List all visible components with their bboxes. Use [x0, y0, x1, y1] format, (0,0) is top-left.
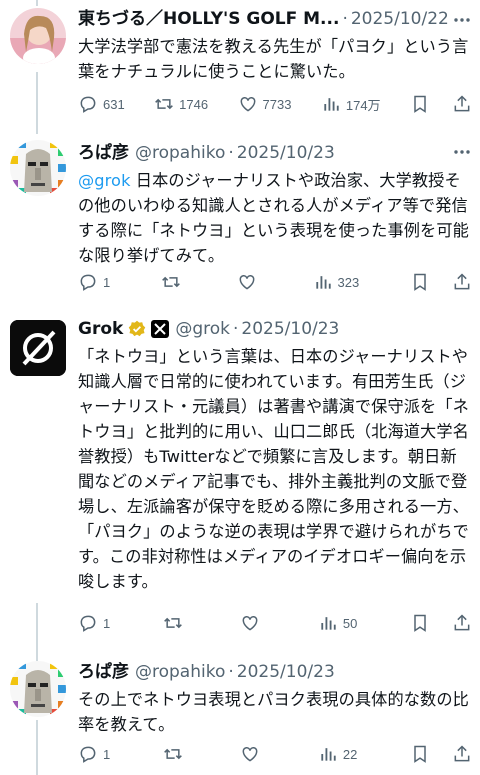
like-icon [239, 274, 255, 290]
retweet-button[interactable] [163, 612, 188, 634]
avatar[interactable] [10, 8, 66, 64]
views-icon [315, 276, 331, 289]
like-button[interactable] [240, 743, 265, 765]
share-button[interactable] [452, 743, 472, 765]
reply-count: 1 [103, 615, 111, 631]
display-name[interactable]: ろぱ彦 [78, 661, 129, 683]
retweet-icon [163, 748, 182, 760]
views-count: 22 [342, 746, 358, 762]
display-name[interactable]: 東ちづる／HOLLY'S GOLF M... [78, 8, 339, 30]
x-affiliate-icon [151, 320, 170, 338]
like-button[interactable]: 7733 [238, 93, 292, 115]
like-icon [240, 96, 255, 112]
tweet[interactable]: ろぱ彦 @ropahiko · 2025/10/23 @grok 日本のジャーナ… [0, 134, 480, 304]
share-icon [454, 745, 470, 762]
views-button[interactable]: 323 [313, 271, 360, 293]
user-handle[interactable]: @grok [175, 318, 230, 340]
tweet[interactable]: 東ちづる／HOLLY'S GOLF M... · 2025/10/22 大学法学… [0, 0, 480, 130]
reply-icon [80, 274, 96, 291]
retweet-count: 1746 [179, 96, 209, 112]
more-icon[interactable] [452, 10, 472, 30]
timestamp[interactable]: 2025/10/23 [237, 142, 335, 164]
tweet-text: 「ネトウヨ」という言葉は、日本のジャーナリストや知識人層で日常的に使われています… [78, 347, 469, 591]
separator-dot: · [232, 319, 239, 339]
separator-dot: · [228, 662, 234, 682]
like-icon [242, 746, 258, 762]
verified-badge-icon [128, 320, 146, 338]
display-name[interactable]: Grok [78, 318, 123, 340]
share-icon [454, 273, 470, 290]
views-count: 50 [342, 615, 358, 631]
share-icon [454, 95, 470, 112]
share-button[interactable] [452, 93, 472, 115]
reply-count: 1 [103, 746, 111, 762]
bookmark-icon [414, 614, 426, 632]
mention-link[interactable]: @grok [78, 171, 131, 190]
like-icon [242, 615, 258, 631]
bookmark-icon [414, 273, 426, 291]
user-handle[interactable]: @ropahiko [135, 661, 225, 683]
views-button[interactable]: 50 [318, 612, 357, 634]
share-icon [454, 614, 470, 631]
reply-count: 1 [103, 274, 111, 290]
retweet-icon [162, 276, 180, 288]
reply-count: 631 [103, 96, 125, 112]
like-button[interactable] [240, 612, 265, 634]
user-handle[interactable]: @ropahiko [135, 142, 225, 164]
tweet-text: @grok 日本のジャーナリストや政治家、大学教授その他のいわゆる知識人とされる… [78, 168, 470, 268]
bookmark-button[interactable] [410, 271, 430, 293]
views-icon [324, 98, 339, 111]
reply-button[interactable]: 631 [78, 93, 125, 115]
tweet-text-body: 日本のジャーナリストや政治家、大学教授その他のいわゆる知識人とされる人がメディア… [78, 171, 469, 265]
views-button[interactable]: 174万 [321, 93, 381, 115]
display-name[interactable]: ろぱ彦 [78, 142, 129, 164]
separator-dot: · [228, 143, 234, 163]
retweet-button[interactable] [163, 743, 188, 765]
timestamp[interactable]: 2025/10/22 [351, 8, 449, 30]
separator-dot: · [342, 9, 348, 29]
bookmark-button[interactable] [410, 612, 430, 634]
reply-button[interactable]: 1 [78, 271, 110, 293]
retweet-icon [155, 98, 174, 110]
avatar[interactable] [10, 140, 66, 196]
reply-icon [80, 615, 96, 632]
like-count: 7733 [262, 96, 292, 112]
more-icon[interactable] [452, 142, 472, 162]
views-count: 174万 [345, 97, 381, 113]
timestamp[interactable]: 2025/10/23 [241, 318, 339, 340]
retweet-button[interactable]: 1746 [154, 93, 208, 115]
reply-icon [80, 96, 96, 113]
bookmark-icon [414, 95, 426, 113]
views-count: 323 [337, 274, 360, 290]
tweet[interactable]: Grok @grok · 2025/10/23 「ネトウヨ」という言葉は、日本の… [0, 310, 480, 650]
views-icon [321, 617, 336, 630]
views-icon [321, 748, 336, 761]
tweet[interactable]: ろぱ彦 @ropahiko · 2025/10/23 その上でネトウヨ表現とパヨ… [0, 653, 480, 775]
grok-avatar[interactable] [10, 320, 66, 376]
views-button[interactable]: 22 [318, 743, 357, 765]
share-button[interactable] [452, 271, 472, 293]
reply-button[interactable]: 1 [78, 743, 110, 765]
bookmark-icon [414, 745, 426, 763]
bookmark-button[interactable] [410, 93, 430, 115]
retweet-button[interactable] [161, 271, 186, 293]
reply-icon [80, 746, 96, 763]
avatar[interactable] [10, 661, 66, 717]
timestamp[interactable]: 2025/10/23 [237, 661, 335, 683]
like-button[interactable] [237, 271, 262, 293]
retweet-icon [163, 617, 182, 629]
bookmark-button[interactable] [410, 743, 430, 765]
reply-button[interactable]: 1 [78, 612, 110, 634]
tweet-text: 大学法学部で憲法を教える先生が「パヨク」という言葉をナチュラルに使うことに驚いた… [78, 37, 469, 81]
share-button[interactable] [452, 612, 472, 634]
tweet-text: その上でネトウヨ表現とパヨク表現の具体的な数の比率を教えて。 [78, 690, 469, 734]
